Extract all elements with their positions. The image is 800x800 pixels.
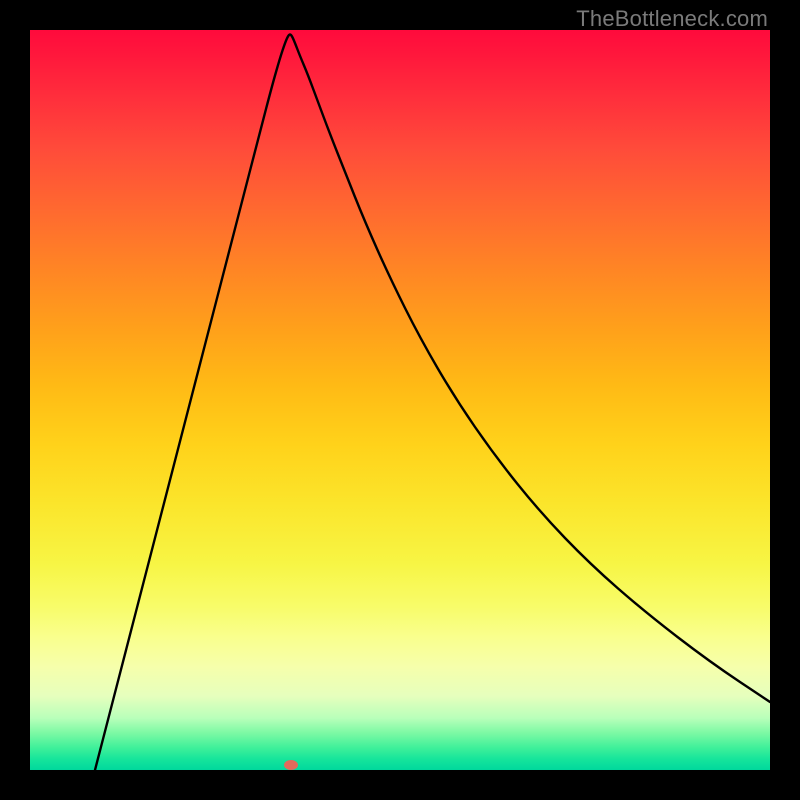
attribution-text: TheBottleneck.com — [576, 6, 768, 32]
plot-area — [30, 30, 770, 770]
curve-svg — [30, 30, 770, 770]
bottleneck-curve — [95, 35, 770, 771]
chart-frame: TheBottleneck.com — [0, 0, 800, 800]
marker-dot — [284, 760, 298, 770]
